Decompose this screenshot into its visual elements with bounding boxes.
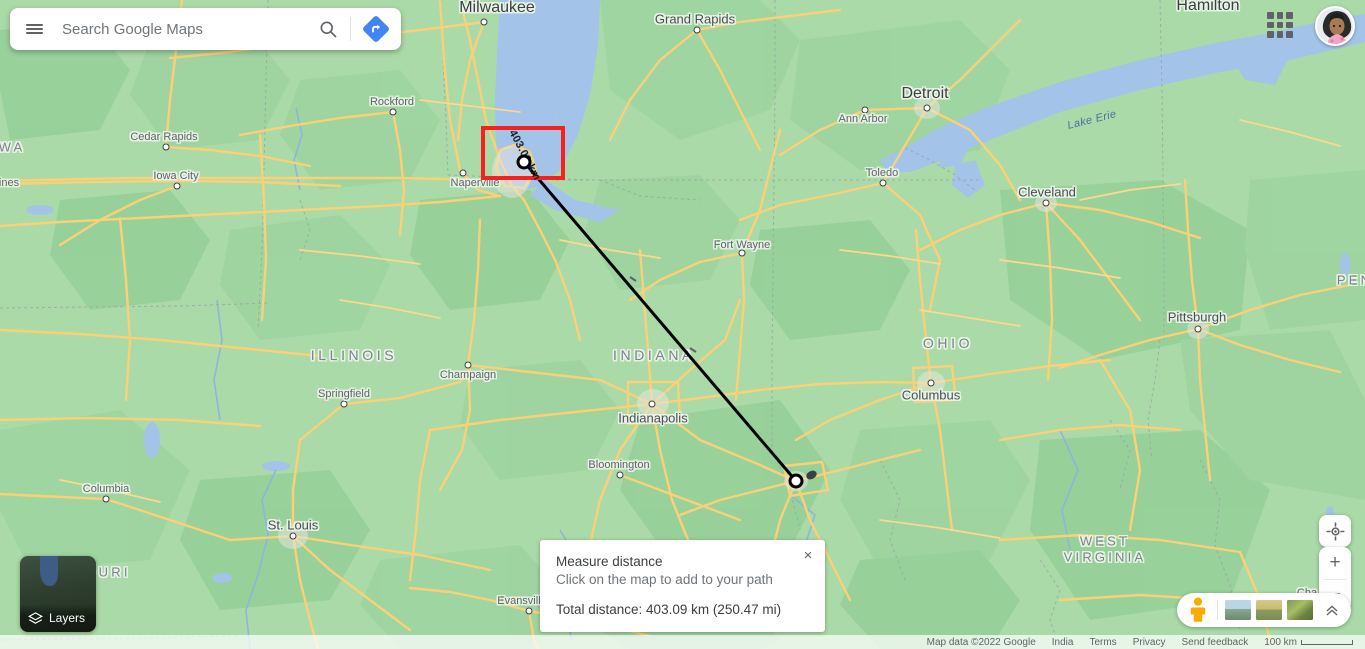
measure-panel-title: Measure distance: [556, 554, 663, 569]
hamburger-menu-icon[interactable]: [10, 8, 58, 50]
photo-thumbnail-2[interactable]: [1255, 600, 1282, 620]
attribution-feedback-link[interactable]: Send feedback: [1181, 637, 1248, 648]
photo-thumbnail-3[interactable]: [1286, 600, 1313, 620]
street-view-pegman-icon[interactable]: [1183, 595, 1213, 625]
attribution-bar: Map data ©2022 Google India Terms Privac…: [0, 635, 1365, 649]
google-apps-grid-icon[interactable]: [1267, 12, 1293, 38]
directions-icon[interactable]: [351, 8, 401, 50]
search-icon[interactable]: [306, 8, 350, 50]
my-location-icon: [1325, 521, 1345, 541]
search-bar: [10, 8, 401, 50]
map-scale-label: 100 km: [1264, 636, 1297, 648]
street-view-and-photos-strip: [1177, 593, 1351, 627]
map-scale-bar: [1301, 639, 1353, 645]
measure-start-vertex[interactable]: [516, 154, 532, 170]
measure-panel-total-distance: Total distance: 403.09 km (250.47 mi): [556, 602, 782, 617]
map-scale-indicator: 100 km: [1264, 637, 1353, 648]
measure-end-vertex[interactable]: [788, 473, 804, 489]
zoom-in-button[interactable]: +: [1319, 547, 1351, 579]
user-avatar[interactable]: [1315, 6, 1355, 46]
photo-thumbnail-1[interactable]: [1224, 600, 1251, 620]
map-data-copyright: Map data ©2022 Google: [926, 636, 1036, 648]
layers-button-label-row: Layers: [20, 604, 96, 632]
chevron-up-double-icon[interactable]: [1319, 597, 1345, 623]
attribution-region[interactable]: India: [1052, 637, 1074, 648]
close-icon[interactable]: ×: [797, 544, 819, 566]
layers-button[interactable]: Layers: [20, 556, 96, 632]
attribution-terms-link[interactable]: Terms: [1089, 637, 1116, 648]
layers-label-text: Layers: [49, 611, 86, 625]
attribution-privacy-link[interactable]: Privacy: [1133, 637, 1166, 648]
measure-distance-panel: × Measure distance Click on the map to a…: [540, 540, 825, 632]
search-input[interactable]: [58, 20, 306, 38]
my-location-button[interactable]: [1319, 515, 1351, 547]
measure-panel-subtitle: Click on the map to add to your path: [556, 572, 773, 587]
zoom-divider: [1324, 578, 1346, 580]
layers-thumbnail-image: [40, 556, 58, 586]
strip-divider: [1217, 600, 1218, 620]
layers-stack-icon: [28, 611, 43, 624]
